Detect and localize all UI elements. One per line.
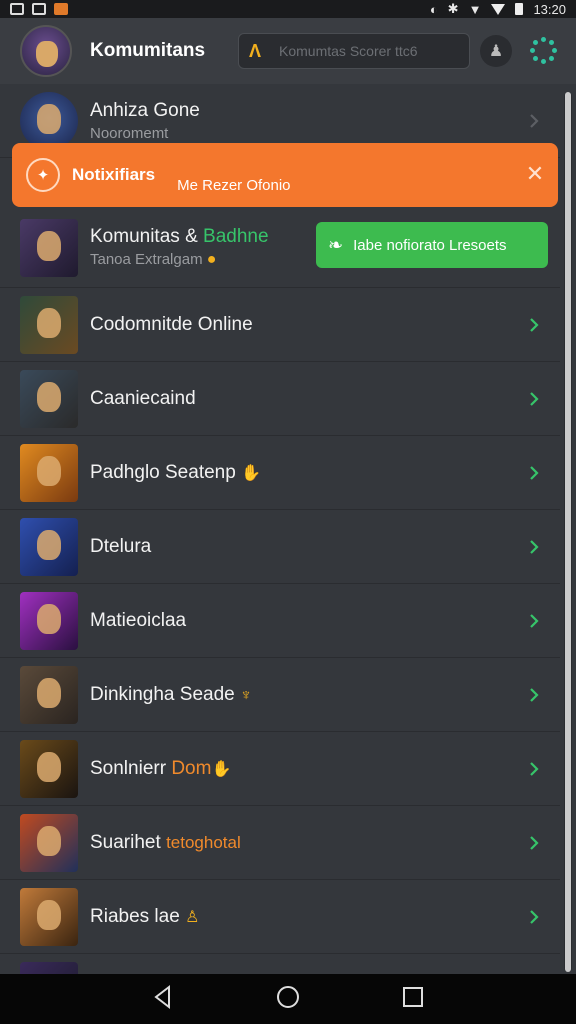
app-root: ◐ ✱ ▼ 13:20 Komumitans Ʌ ♟ bbox=[0, 0, 576, 1024]
wifi-icon: ▼ bbox=[468, 1, 482, 17]
gallery-notification-icon bbox=[10, 3, 24, 15]
list-item[interactable] bbox=[0, 954, 560, 974]
game-thumbnail bbox=[20, 91, 78, 150]
app-header: Komumitans Ʌ ♟ bbox=[0, 18, 576, 84]
notification-message: Me Rezer Ofonio bbox=[177, 176, 291, 194]
status-left bbox=[10, 3, 68, 15]
bluetooth-icon: ✱ bbox=[447, 1, 459, 16]
hand-icon: ✋ bbox=[241, 464, 261, 482]
chevron-right-icon bbox=[526, 391, 542, 407]
item-subtitle: Nooromemt bbox=[90, 124, 169, 142]
item-title: Anhiza Gone bbox=[90, 99, 200, 121]
list-item[interactable]: Riabes lae ♙ bbox=[0, 880, 560, 954]
chevron-right-icon bbox=[526, 613, 542, 629]
hand-icon: ✋ bbox=[211, 760, 232, 778]
list-item[interactable]: Padhglo Seatenp ✋ bbox=[0, 436, 560, 510]
item-title: Dinkingha Seade ♆ bbox=[90, 683, 252, 705]
game-thumbnail bbox=[20, 665, 78, 724]
item-title-accent: Badhne bbox=[203, 226, 269, 247]
close-icon[interactable]: ✕ bbox=[524, 163, 546, 185]
item-title: Sonlnierr Dom✋ bbox=[90, 757, 232, 779]
status-time: 13:20 bbox=[533, 1, 566, 17]
home-button[interactable] bbox=[275, 984, 301, 1015]
image-notification-icon bbox=[32, 3, 46, 15]
back-icon bbox=[154, 984, 170, 1009]
do-not-disturb-icon: ◐ bbox=[429, 1, 438, 17]
item-title: Dtelura bbox=[90, 535, 152, 557]
chevron-right-icon bbox=[526, 687, 542, 703]
game-thumbnail bbox=[20, 739, 78, 798]
item-title-accent: Dom bbox=[171, 757, 212, 779]
list-item[interactable]: Matieoiclaa bbox=[0, 584, 560, 658]
chevron-right-icon bbox=[526, 465, 542, 481]
list-item[interactable]: Codomnitde Online bbox=[0, 288, 560, 362]
game-thumbnail bbox=[20, 887, 78, 946]
item-title: Suarihet tetoghotal bbox=[90, 831, 241, 853]
recents-icon bbox=[403, 986, 424, 1007]
status-right: ◐ ✱ ▼ 13:20 bbox=[430, 1, 566, 17]
chevron-right-icon bbox=[526, 909, 542, 925]
game-thumbnail bbox=[20, 443, 78, 502]
chevron-right-icon bbox=[526, 317, 542, 333]
bolt-icon: Ʌ bbox=[249, 40, 262, 61]
bell-icon: ✦ bbox=[26, 158, 60, 192]
status-bar: ◐ ✱ ▼ 13:20 bbox=[0, 0, 576, 18]
chevron-right-icon bbox=[526, 539, 542, 555]
game-thumbnail bbox=[20, 369, 78, 428]
game-thumbnail bbox=[20, 961, 78, 974]
menu-dots-icon[interactable] bbox=[528, 35, 560, 67]
game-thumbnail bbox=[20, 813, 78, 872]
item-title: Matieoiclaa bbox=[90, 609, 187, 631]
leaf-icon: ❧ bbox=[328, 234, 344, 255]
list-item[interactable]: Sonlnierr Dom✋ bbox=[0, 732, 560, 806]
list-item[interactable]: Caaniecaind bbox=[0, 362, 560, 436]
game-thumbnail bbox=[20, 591, 78, 650]
clap-icon: ♆ bbox=[240, 686, 252, 704]
scrollbar-thumb[interactable] bbox=[565, 92, 571, 972]
battery-icon bbox=[515, 3, 524, 15]
item-title: Codomnitde Online bbox=[90, 313, 253, 335]
list-item[interactable]: Dinkingha Seade ♆ bbox=[0, 658, 560, 732]
signal-icon bbox=[491, 3, 506, 15]
action-button[interactable]: ❧ Iabe nofiorato Lresoets bbox=[316, 222, 548, 268]
notification-banner[interactable]: ✦ Notixifiars Me Rezer Ofonio ✕ bbox=[12, 143, 558, 207]
home-icon bbox=[276, 985, 299, 1008]
action-button-label: Iabe nofiorato Lresoets bbox=[353, 236, 507, 254]
scrollbar[interactable] bbox=[564, 92, 572, 972]
community-avatar[interactable] bbox=[20, 25, 72, 77]
back-button[interactable] bbox=[150, 984, 176, 1015]
chevron-right-icon bbox=[526, 761, 542, 777]
profile-button[interactable]: ♟ bbox=[480, 35, 512, 67]
page-title: Komumitans bbox=[90, 40, 206, 61]
item-title-accent: tetoghotal bbox=[166, 832, 241, 852]
person-icon: ♟ bbox=[488, 43, 504, 60]
item-title: Caaniecaind bbox=[90, 387, 196, 409]
chevron-right-icon bbox=[526, 835, 542, 851]
person-emoji-icon: ♙ bbox=[185, 908, 200, 926]
search-box[interactable]: Ʌ bbox=[238, 33, 470, 69]
chevron-right-icon bbox=[526, 113, 542, 129]
game-thumbnail bbox=[20, 218, 78, 277]
list-item[interactable]: Dtelura bbox=[0, 510, 560, 584]
list-item[interactable]: Suarihet tetoghotal bbox=[0, 806, 560, 880]
community-list: Anhiza Gone Nooromemt Komunitas & Badhne… bbox=[0, 84, 560, 974]
item-title: Padhglo Seatenp ✋ bbox=[90, 461, 261, 483]
game-thumbnail bbox=[20, 517, 78, 576]
search-input[interactable] bbox=[279, 43, 461, 59]
recents-button[interactable] bbox=[400, 984, 426, 1015]
game-thumbnail bbox=[20, 295, 78, 354]
trophy-icon: ● bbox=[206, 251, 217, 268]
notification-title: Notixifiars bbox=[72, 165, 156, 184]
app-notification-icon bbox=[54, 3, 68, 15]
item-title: Riabes lae ♙ bbox=[90, 905, 200, 927]
system-nav-bar bbox=[0, 974, 576, 1024]
